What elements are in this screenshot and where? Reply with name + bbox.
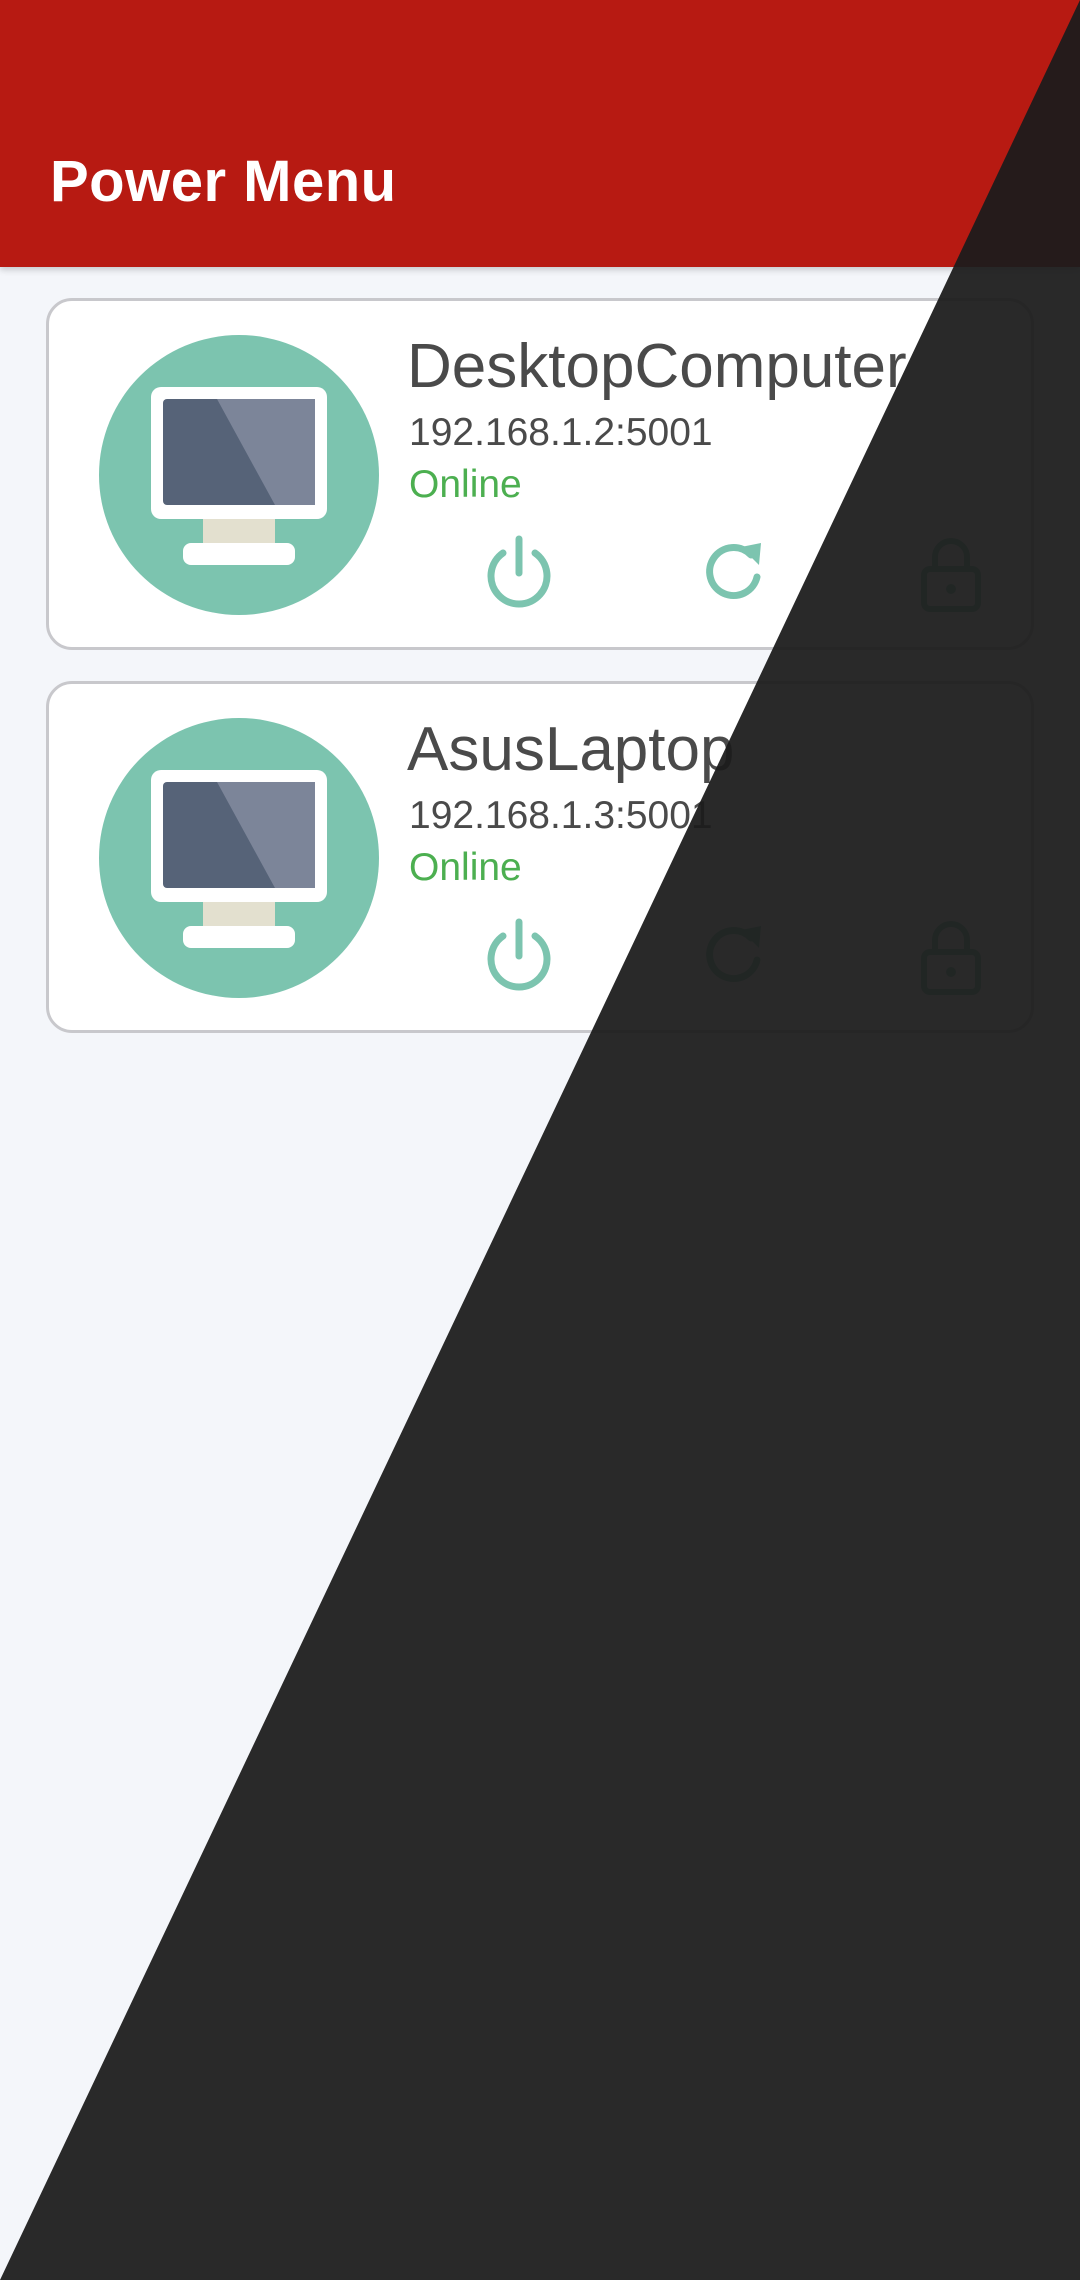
device-name: DesktopComputer bbox=[407, 332, 907, 401]
device-address: 192.168.1.2:5001 bbox=[409, 411, 713, 454]
lock-button[interactable] bbox=[907, 529, 995, 617]
restart-icon bbox=[706, 926, 761, 983]
shutdown-button[interactable] bbox=[475, 912, 563, 1000]
monitor-icon bbox=[99, 335, 379, 615]
app-bar: Power Menu bbox=[0, 0, 1080, 267]
power-icon bbox=[487, 918, 551, 991]
shutdown-button[interactable] bbox=[475, 529, 563, 617]
monitor-icon bbox=[99, 718, 379, 998]
restart-button[interactable] bbox=[691, 529, 779, 617]
device-name: AsusLaptop bbox=[407, 715, 735, 784]
lock-icon bbox=[921, 538, 981, 612]
device-card-asuslaptop[interactable]: AsusLaptop 192.168.1.3:5001 Online bbox=[46, 681, 1034, 1033]
restart-button[interactable] bbox=[691, 912, 779, 1000]
device-card-desktopcomputer[interactable]: DesktopComputer 192.168.1.2:5001 Online bbox=[46, 298, 1034, 650]
lock-icon bbox=[921, 921, 981, 995]
power-icon bbox=[487, 535, 551, 608]
restart-icon bbox=[706, 543, 761, 600]
page-title: Power Menu bbox=[50, 149, 397, 214]
app-screen: Power Menu DesktopComputer 192.168.1.2:5… bbox=[0, 0, 1080, 2280]
lock-button[interactable] bbox=[907, 912, 995, 1000]
device-status: Online bbox=[409, 846, 522, 889]
device-address: 192.168.1.3:5001 bbox=[409, 794, 713, 837]
device-status: Online bbox=[409, 463, 522, 506]
